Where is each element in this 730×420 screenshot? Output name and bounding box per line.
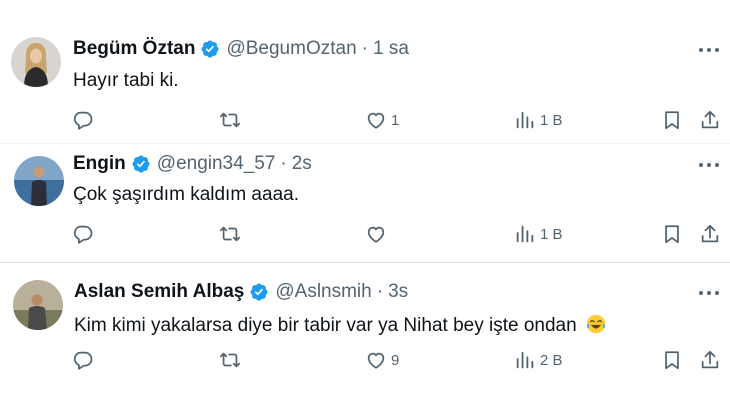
share-button[interactable] <box>699 221 721 247</box>
views-icon <box>516 111 534 129</box>
reply-button[interactable] <box>72 107 98 133</box>
timestamp[interactable]: 2s <box>292 153 312 175</box>
author-name[interactable]: Engin <box>73 153 126 175</box>
timestamp[interactable]: 1 sa <box>373 38 409 60</box>
reply-button[interactable] <box>72 347 98 373</box>
heart-icon <box>367 112 385 129</box>
author-name[interactable]: Aslan Semih Albaş <box>74 281 244 303</box>
retweet-icon <box>219 352 241 368</box>
tweet-1[interactable]: Begüm Öztan @BegumOztan · 1 sa Hayır tab… <box>0 0 730 143</box>
tweet-3[interactable]: Aslan Semih Albaş @Aslnsmih · 3s Kim kim… <box>0 262 730 420</box>
tweet-actions: 1 B <box>0 221 730 247</box>
author-handle[interactable]: @Aslnsmih <box>275 281 371 303</box>
verified-badge-icon <box>201 40 219 58</box>
tweet-text: Hayır tabi ki. <box>73 70 179 91</box>
reply-icon <box>73 111 93 130</box>
retweet-icon <box>219 112 241 128</box>
share-button[interactable] <box>699 347 721 373</box>
bookmark-button[interactable] <box>661 221 683 247</box>
bookmark-icon <box>665 225 679 244</box>
reply-icon <box>73 225 93 244</box>
avatar[interactable] <box>14 156 64 206</box>
share-icon <box>701 110 719 129</box>
reply-icon <box>73 351 93 370</box>
tweet-text: Kim kimi yakalarsa diye bir tabir var ya… <box>74 313 607 337</box>
like-button[interactable]: 9 <box>365 347 399 373</box>
views-button[interactable]: 1 B <box>514 221 563 247</box>
share-button[interactable] <box>699 107 721 133</box>
verified-badge-icon <box>250 283 268 301</box>
avatar[interactable] <box>11 37 61 87</box>
author-handle[interactable]: @engin34_57 <box>157 153 276 175</box>
heart-icon <box>367 226 385 243</box>
views-count: 2 B <box>540 351 563 369</box>
share-icon <box>701 350 719 369</box>
author-name[interactable]: Begüm Öztan <box>73 38 195 60</box>
tweet-actions: 9 2 B <box>0 347 730 373</box>
share-icon <box>701 224 719 243</box>
retweet-button[interactable] <box>219 347 245 373</box>
avatar[interactable] <box>13 280 63 330</box>
timestamp[interactable]: 3s <box>388 281 408 303</box>
bookmark-icon <box>665 111 679 130</box>
separator-dot: · <box>280 153 287 174</box>
face-with-tears-of-joy-icon <box>586 314 606 334</box>
views-icon <box>516 351 534 369</box>
tweet-text: Çok şaşırdım kaldım aaaa. <box>73 184 299 205</box>
bookmark-button[interactable] <box>661 347 683 373</box>
retweet-icon <box>219 226 241 242</box>
like-button[interactable] <box>365 221 391 247</box>
more-options-icon[interactable] <box>698 289 720 297</box>
more-options-icon[interactable] <box>698 46 720 54</box>
views-button[interactable]: 1 B <box>514 107 563 133</box>
reply-button[interactable] <box>72 221 98 247</box>
retweet-button[interactable] <box>219 107 245 133</box>
views-icon <box>516 225 534 243</box>
separator-dot: · <box>361 38 368 59</box>
heart-icon <box>367 352 385 369</box>
more-options-icon[interactable] <box>698 161 720 169</box>
tweet-text-body: Kim kimi yakalarsa diye bir tabir var ya… <box>74 315 577 336</box>
tweet-actions: 1 1 B <box>0 107 730 133</box>
like-count: 1 <box>391 111 400 129</box>
separator-dot: · <box>376 281 384 302</box>
verified-badge-icon <box>132 155 150 173</box>
views-count: 1 B <box>540 225 563 243</box>
like-count: 9 <box>391 351 400 369</box>
like-button[interactable]: 1 <box>365 107 399 133</box>
views-button[interactable]: 2 B <box>514 347 563 373</box>
tweet-2[interactable]: Engin @engin34_57 · 2s Çok şaşırdım kald… <box>0 143 730 261</box>
bookmark-button[interactable] <box>661 107 683 133</box>
views-count: 1 B <box>540 111 563 129</box>
author-handle[interactable]: @BegumOztan <box>226 38 356 60</box>
bookmark-icon <box>665 351 679 370</box>
retweet-button[interactable] <box>219 221 245 247</box>
